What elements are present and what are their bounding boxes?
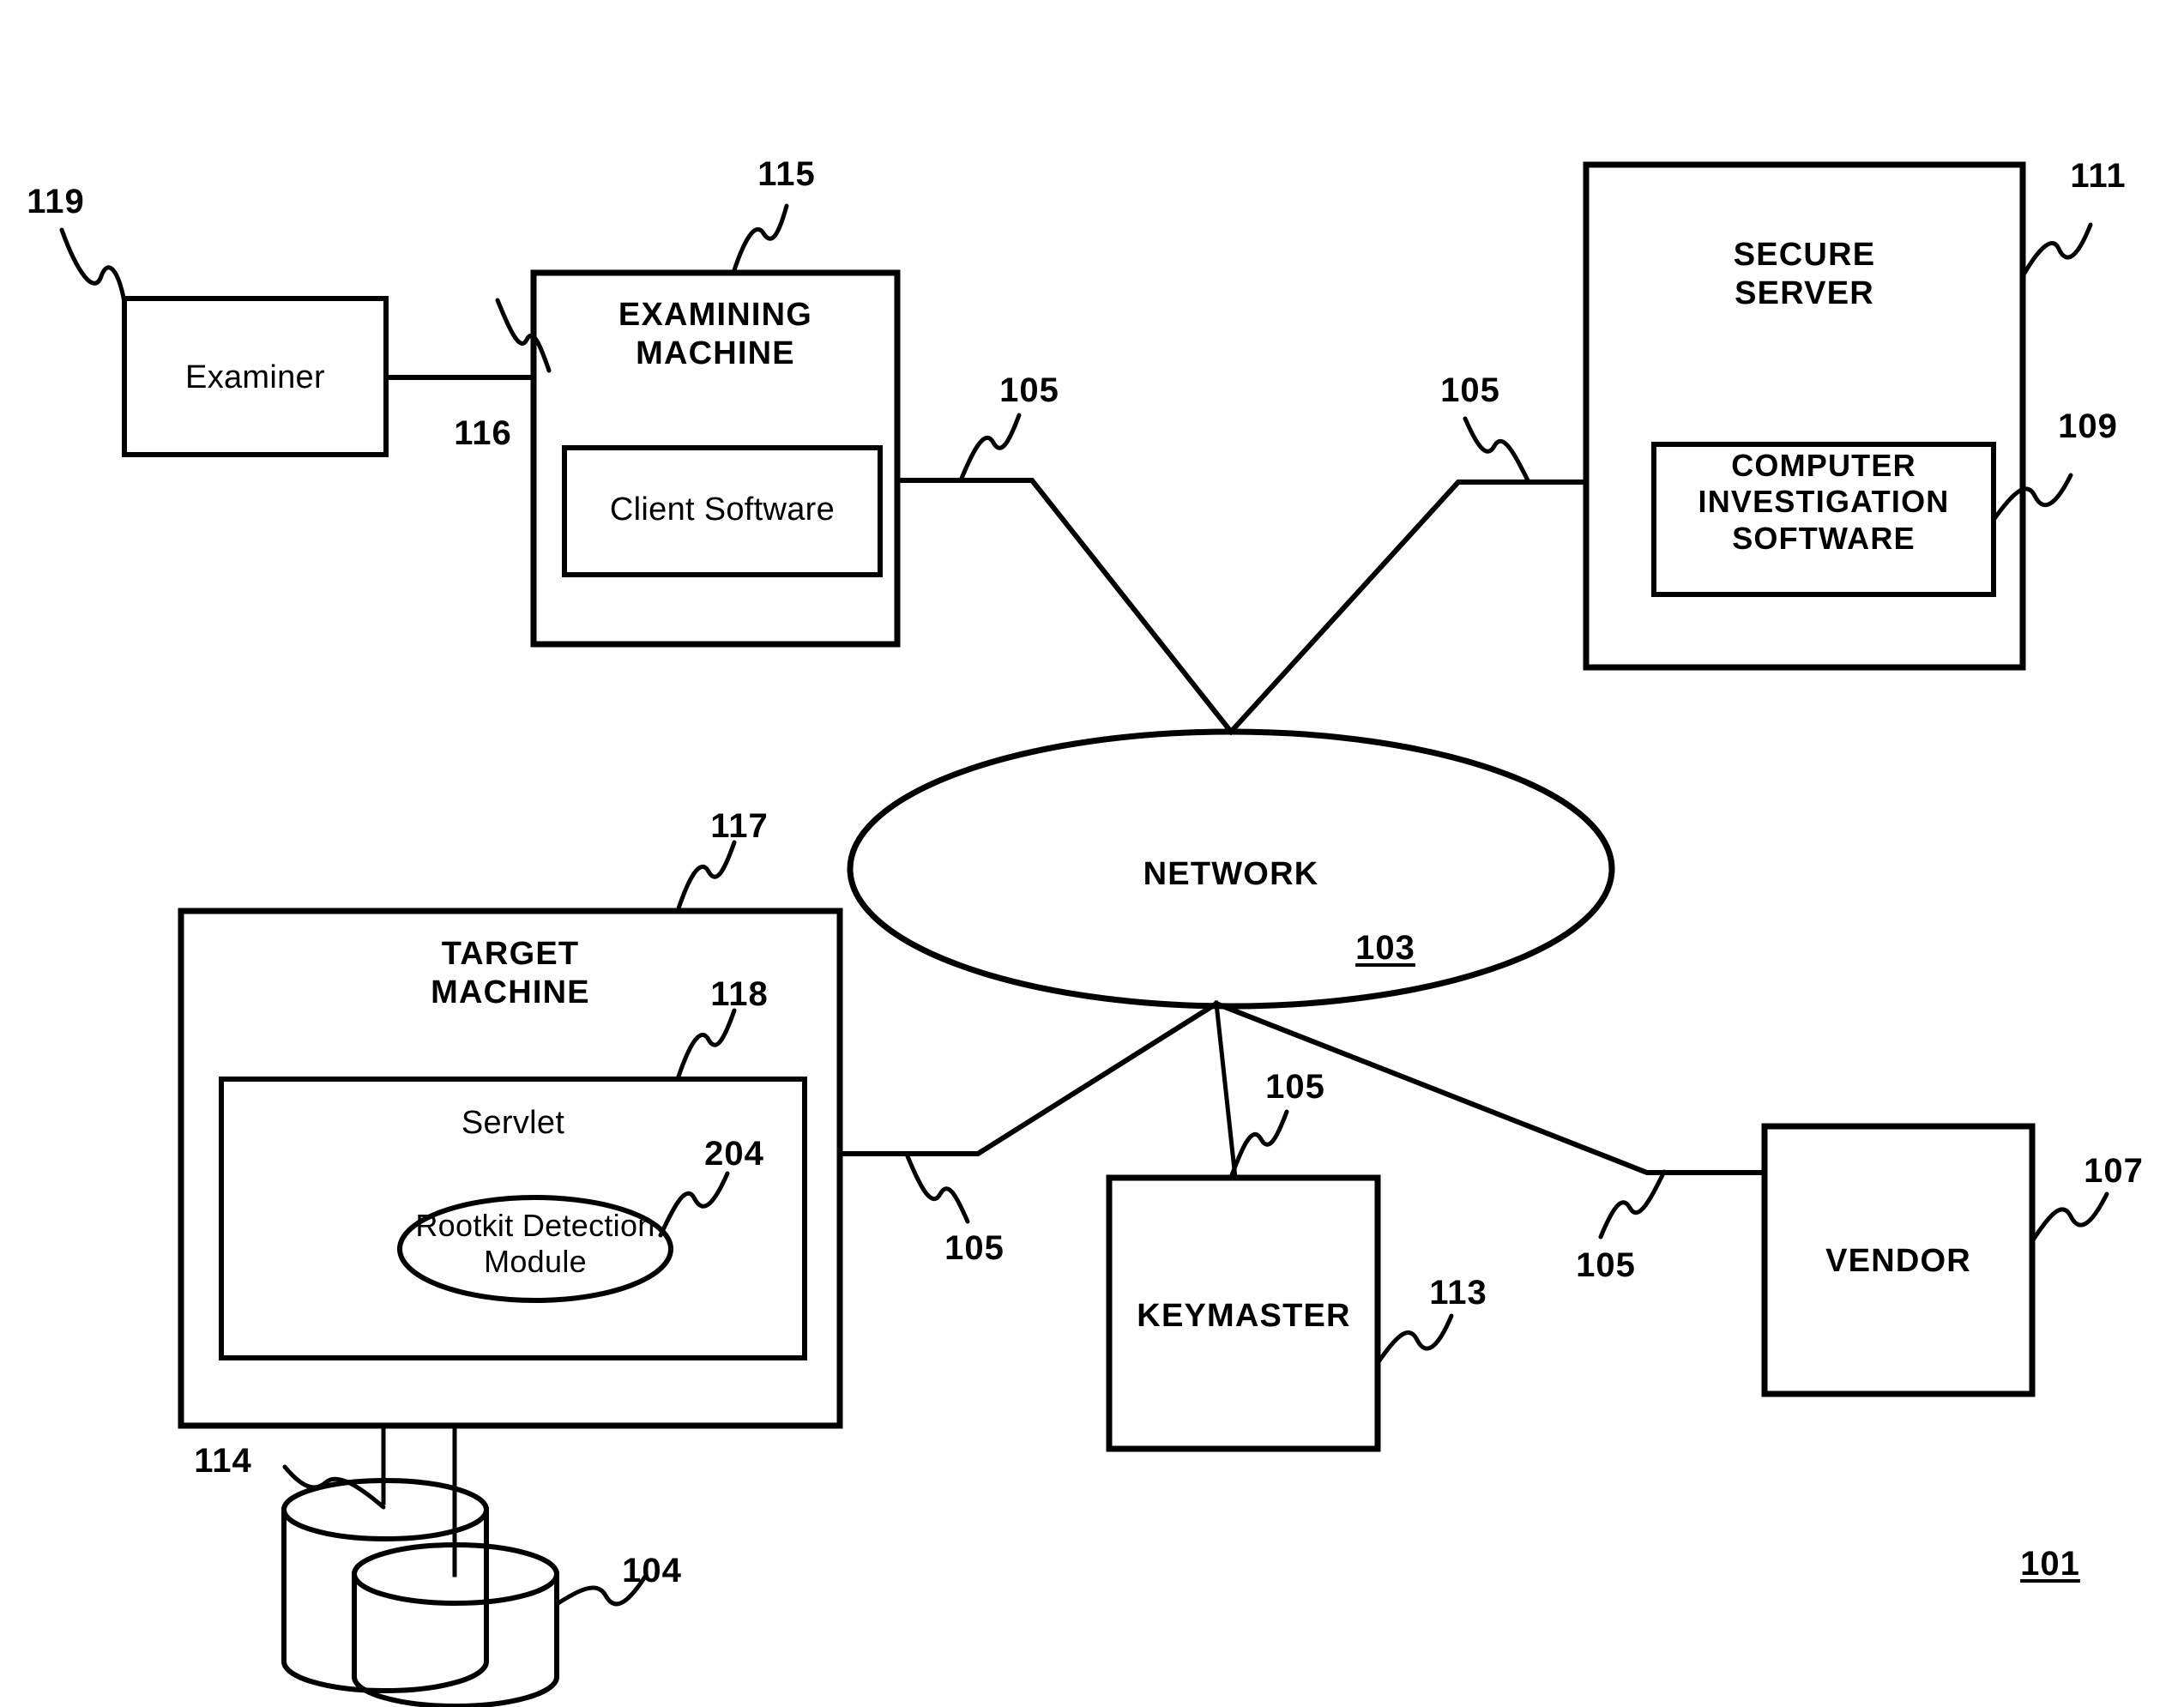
- ref-numeral-113: 113: [1429, 1274, 1487, 1312]
- ref-numeral-204: 204: [704, 1135, 764, 1173]
- ref-numeral-114: 114: [194, 1442, 252, 1480]
- ref-numeral-104: 104: [622, 1552, 682, 1589]
- leader-111: [2020, 222, 2093, 279]
- link-examining-machine-network: [895, 478, 1235, 736]
- link-secure-server-network: [1227, 480, 1589, 736]
- ref-numeral-105-target-machine: 105: [944, 1229, 1005, 1267]
- ref-numeral-115: 115: [757, 155, 816, 193]
- leader-119: [59, 227, 127, 305]
- ref-numeral-119: 119: [27, 183, 85, 220]
- rootkit-detection-module-label: Rootkit Detection Module: [415, 1208, 655, 1280]
- network-label: NETWORK: [1143, 856, 1319, 892]
- secure-server-label: SECURE SERVER: [1733, 237, 1876, 311]
- leader-107: [2030, 1191, 2109, 1244]
- ref-numeral-111: 111: [2070, 157, 2127, 195]
- ref-numeral-105-keymaster: 105: [1265, 1068, 1325, 1106]
- ref-numeral-117: 117: [710, 807, 769, 845]
- ref-numeral-105-vendor: 105: [1576, 1246, 1636, 1284]
- leader-105-examining: [958, 413, 1022, 483]
- examiner-label: Examiner: [185, 359, 325, 395]
- leader-105-keymaster: [1229, 1109, 1289, 1178]
- leader-109: [1991, 473, 2073, 522]
- ref-numeral-109: 109: [2058, 407, 2118, 445]
- patent-figure: Examiner 119 EXAMINING MACHINE 115 Clien…: [0, 0, 2184, 1707]
- ref-numeral-105-secure-server: 105: [1440, 371, 1500, 409]
- link-keymaster-network: [1214, 1001, 1238, 1180]
- leader-118: [675, 1008, 737, 1082]
- leader-105-secure: [1463, 416, 1531, 485]
- ref-numeral-118: 118: [710, 975, 769, 1013]
- leader-105-target: [905, 1154, 970, 1224]
- figure-numeral-101: 101: [2020, 1545, 2080, 1583]
- leader-105-vendor: [1598, 1169, 1667, 1240]
- computer-investigation-software-label: COMPUTER INVESTIGATION SOFTWARE: [1698, 448, 1950, 556]
- client-software-label: Client Software: [609, 492, 836, 528]
- leader-115: [731, 203, 789, 275]
- link-target-machine-network: [837, 999, 1221, 1156]
- leader-117: [675, 840, 737, 914]
- ref-numeral-107: 107: [2084, 1152, 2144, 1190]
- ref-numeral-105-examining-machine: 105: [999, 371, 1059, 409]
- vendor-label: VENDOR: [1825, 1243, 1971, 1279]
- keymaster-label: KEYMASTER: [1137, 1298, 1351, 1334]
- examining-machine-label: EXAMINING MACHINE: [618, 297, 813, 371]
- ref-numeral-116: 116: [454, 414, 512, 452]
- ref-numeral-103: 103: [1355, 929, 1415, 967]
